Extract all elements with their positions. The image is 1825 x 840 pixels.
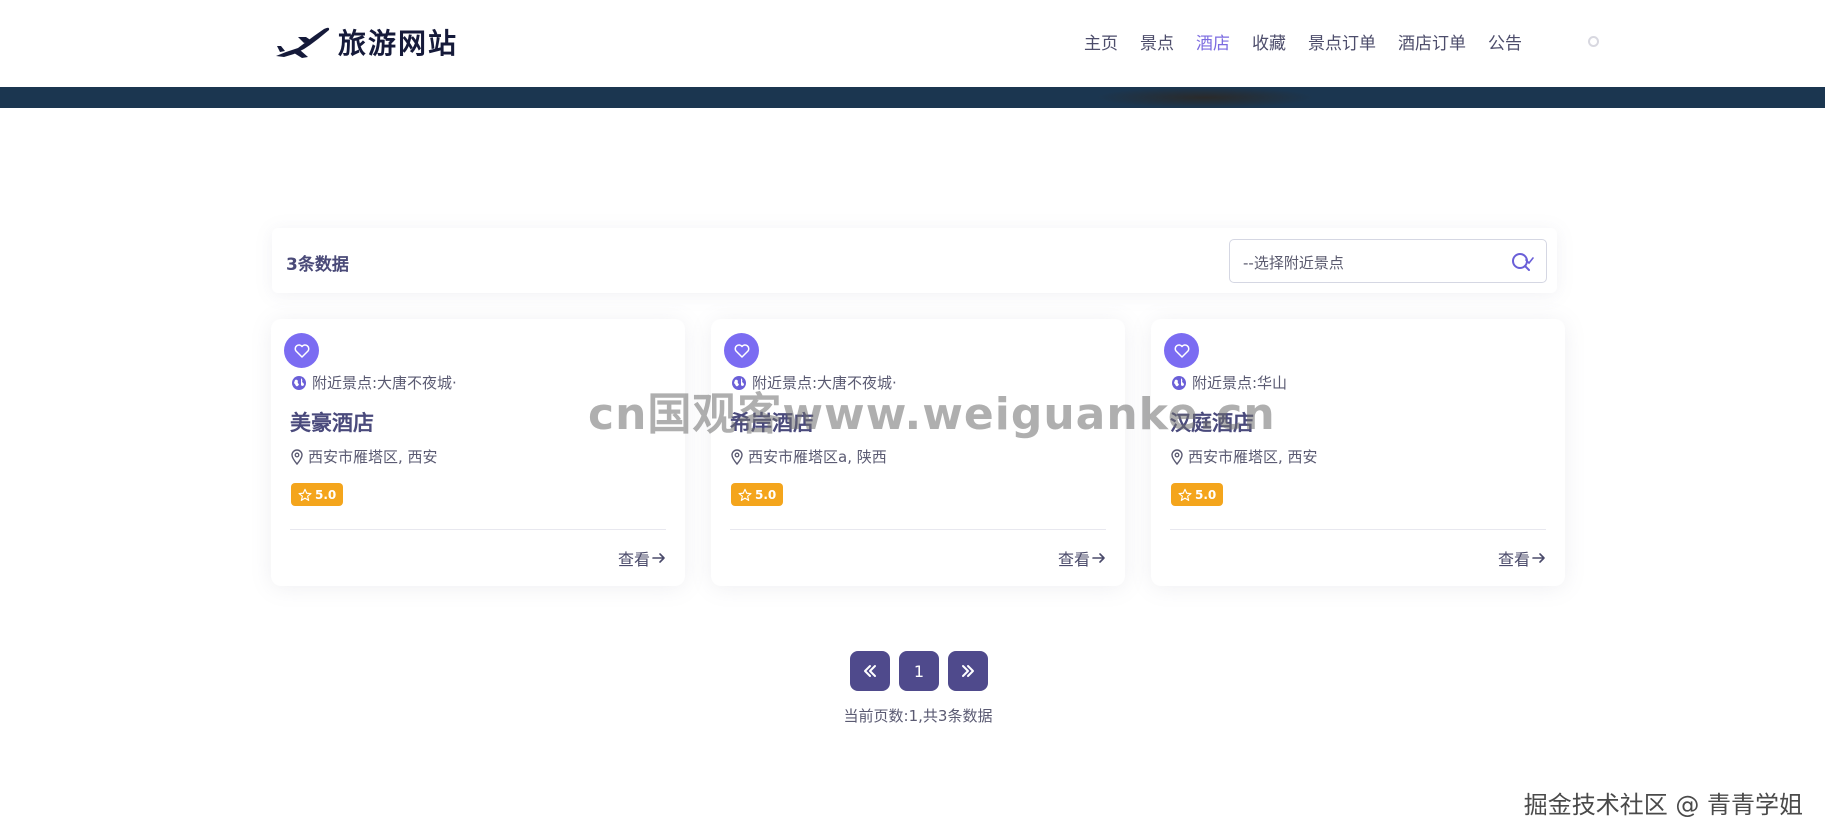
nav-item-favorites[interactable]: 收藏	[1252, 29, 1286, 54]
address-text: 西安市雁塔区, 西安	[308, 448, 438, 466]
prev-page-button[interactable]	[850, 651, 890, 691]
watermark-text: cn国观客www.weiguanke.cn	[588, 389, 1276, 440]
rating-badge: 5.0	[1171, 483, 1224, 506]
card-divider	[1170, 529, 1546, 530]
nearby-attraction: 附近景点:大唐不夜城·	[291, 372, 457, 393]
site-title: 旅游网站	[338, 27, 459, 60]
select-placeholder: --选择附近景点	[1243, 254, 1344, 272]
view-label: 查看	[1057, 550, 1090, 569]
rating-badge: 5.0	[731, 483, 784, 506]
hotel-address: 西安市雁塔区, 西安	[1170, 446, 1318, 467]
main-nav: 主页 景点 酒店 收藏 景点订单 酒店订单 公告	[1084, 28, 1599, 54]
card-divider	[730, 529, 1106, 530]
location-pin-icon	[731, 448, 743, 465]
search-icon[interactable]	[1510, 251, 1534, 273]
user-menu-icon[interactable]	[1588, 35, 1599, 47]
arrow-right-icon	[1532, 553, 1545, 563]
nav-item-hotels[interactable]: 酒店	[1196, 29, 1230, 54]
page-number-button[interactable]: 1	[899, 651, 939, 691]
rating-badge: 5.0	[291, 483, 344, 506]
result-count: 3条数据	[286, 255, 349, 275]
double-chevron-right-icon	[962, 665, 974, 677]
hotel-address: 西安市雁塔区, 西安	[290, 446, 438, 467]
star-icon	[738, 488, 752, 501]
double-chevron-left-icon	[864, 665, 876, 677]
favorite-button[interactable]	[724, 333, 759, 368]
nav-item-announcements[interactable]: 公告	[1488, 29, 1522, 54]
view-label: 查看	[617, 550, 650, 569]
site-header: 旅游网站 主页 景点 酒店 收藏 景点订单 酒店订单 公告	[0, 0, 1825, 87]
next-page-button[interactable]	[948, 651, 988, 691]
location-pin-icon	[1171, 448, 1183, 465]
hotel-card: 附近景点:华山 汉庭酒店 西安市雁塔区, 西安 5.0 查看	[1151, 319, 1565, 586]
card-divider	[290, 529, 666, 530]
heart-icon	[294, 343, 309, 358]
corner-watermark: 掘金技术社区 @ 青青学姐	[1523, 791, 1803, 819]
heart-icon	[734, 343, 749, 358]
favorite-button[interactable]	[284, 333, 319, 368]
banner-image	[0, 87, 1825, 108]
rating-value: 5.0	[755, 487, 777, 502]
globe-icon	[292, 375, 306, 390]
view-label: 查看	[1497, 550, 1530, 569]
view-details-link[interactable]: 查看	[1498, 546, 1546, 570]
heart-icon	[1174, 343, 1189, 358]
nav-item-attraction-orders[interactable]: 景点订单	[1308, 29, 1376, 54]
view-details-link[interactable]: 查看	[1058, 546, 1106, 570]
site-logo[interactable]: 旅游网站	[274, 22, 458, 62]
filter-toolbar: 3条数据 --选择附近景点	[272, 228, 1557, 293]
address-text: 西安市雁塔区, 西安	[1188, 448, 1318, 466]
view-details-link[interactable]: 查看	[618, 546, 666, 570]
page-info: 当前页数:1,共3条数据	[843, 707, 993, 725]
nearby-attraction-select[interactable]: --选择附近景点	[1229, 239, 1547, 283]
rating-value: 5.0	[1195, 487, 1217, 502]
star-icon	[298, 488, 312, 501]
favorite-button[interactable]	[1164, 333, 1199, 368]
arrow-right-icon	[652, 553, 665, 563]
airplane-icon	[276, 27, 330, 58]
location-pin-icon	[291, 448, 303, 465]
nav-item-home[interactable]: 主页	[1084, 29, 1118, 54]
pagination: 1	[850, 651, 997, 691]
hotel-name[interactable]: 美豪酒店	[290, 407, 374, 437]
hotel-address: 西安市雁塔区a, 陕西	[730, 446, 887, 467]
address-text: 西安市雁塔区a, 陕西	[748, 448, 887, 466]
hotel-card: 附近景点:大唐不夜城· 希岸酒店 西安市雁塔区a, 陕西 5.0 查看	[711, 319, 1125, 586]
nav-item-hotel-orders[interactable]: 酒店订单	[1398, 29, 1466, 54]
arrow-right-icon	[1092, 553, 1105, 563]
star-icon	[1178, 488, 1192, 501]
nav-item-attractions[interactable]: 景点	[1140, 29, 1174, 54]
rating-value: 5.0	[315, 487, 337, 502]
banner-decoration	[1095, 87, 1315, 108]
hotel-card: 附近景点:大唐不夜城· 美豪酒店 西安市雁塔区, 西安 5.0 查看	[271, 319, 685, 586]
nearby-text: 附近景点:大唐不夜城·	[312, 374, 457, 392]
